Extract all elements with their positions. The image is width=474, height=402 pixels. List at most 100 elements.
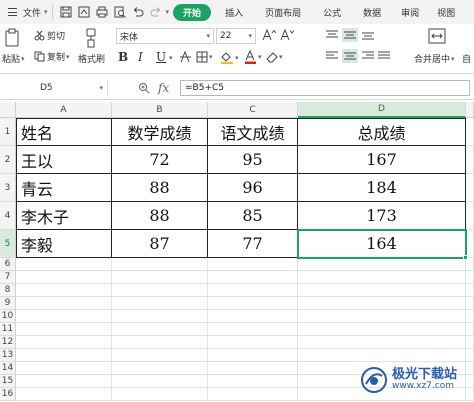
cell-b14[interactable] [112,362,208,375]
row-header-9[interactable]: 9 [0,297,16,310]
cell-e8[interactable] [466,284,474,297]
cell-d6[interactable] [298,258,466,271]
tab-review[interactable]: 审阅 [389,6,427,19]
cell-c4[interactable]: 85 [208,202,298,230]
cell-b9[interactable] [112,297,208,310]
copy-button[interactable]: 复制 ▾ [34,50,70,63]
cell-b8[interactable] [112,284,208,297]
cell-b15[interactable] [112,375,208,388]
undo-icon[interactable] [130,4,146,20]
cell-a11[interactable] [16,323,112,336]
cell-a4[interactable]: 李木子 [16,202,112,230]
row-header-1[interactable]: 1 [0,118,16,146]
cell-b16[interactable] [112,388,208,401]
cell-b5[interactable]: 87 [112,230,208,258]
print-icon[interactable] [94,4,110,20]
cell-a1[interactable]: 姓名 [16,118,112,146]
file-menu[interactable]: 文件 ▾ [0,0,48,24]
align-center-button[interactable] [342,49,358,63]
align-middle-button[interactable] [342,28,358,42]
cell-e10[interactable] [466,310,474,323]
tab-view[interactable]: 视图 [427,6,463,19]
cell-a5[interactable]: 李毅 [16,230,112,258]
underline-icon[interactable]: U [156,50,166,64]
row-header-15[interactable]: 15 [0,375,16,388]
tab-home[interactable]: 开始 [173,3,212,21]
distribute-button[interactable] [378,51,390,61]
cell-d4[interactable]: 173 [298,202,466,230]
column-header-d[interactable]: D [298,102,466,118]
cell-b2[interactable]: 72 [112,146,208,174]
fill-handle[interactable] [463,255,468,260]
select-all-corner[interactable] [0,102,16,118]
align-bottom-button[interactable] [362,30,374,40]
increase-font-button[interactable] [262,29,276,41]
cell-c10[interactable] [208,310,298,323]
export-pdf-icon[interactable] [76,4,92,20]
row-header-16[interactable]: 16 [0,388,16,401]
cell-c15[interactable] [208,375,298,388]
paste-button[interactable] [4,28,20,48]
cell-a8[interactable] [16,284,112,297]
cell-b1[interactable]: 数学成绩 [112,118,208,146]
cell-d8[interactable] [298,284,466,297]
cell-d7[interactable] [298,271,466,284]
cell-a16[interactable] [16,388,112,401]
cell-c8[interactable] [208,284,298,297]
redo-icon[interactable] [148,4,164,20]
zoom-icon[interactable] [138,82,150,94]
cell-d10[interactable] [298,310,466,323]
row-header-7[interactable]: 7 [0,271,16,284]
cell-e4[interactable] [466,202,474,230]
row-header-6[interactable]: 6 [0,258,16,271]
cell-a2[interactable]: 王以 [16,146,112,174]
align-left-button[interactable] [326,51,338,61]
cell-c2[interactable]: 95 [208,146,298,174]
cell-e1[interactable] [466,118,474,146]
tab-formulas[interactable]: 公式 [309,6,349,19]
cell-b11[interactable] [112,323,208,336]
tab-data[interactable]: 数据 [349,6,389,19]
column-header-c[interactable]: C [208,102,298,118]
wrap-text-button[interactable]: 自 [462,52,471,65]
cell-d12[interactable] [298,336,466,349]
cell-c5[interactable]: 77 [208,230,298,258]
cut-button[interactable]: 剪切 [34,29,65,42]
merge-center-label-group[interactable]: 合并居中 ▾ [414,52,455,66]
column-header-b[interactable]: B [112,102,208,118]
cell-d2[interactable]: 167 [298,146,466,174]
format-painter-button[interactable] [84,28,98,48]
cell-d9[interactable] [298,297,466,310]
cell-a9[interactable] [16,297,112,310]
cell-b7[interactable] [112,271,208,284]
underline-dropdown[interactable]: ▾ [168,54,173,62]
row-header-2[interactable]: 2 [0,146,16,174]
cell-d5[interactable]: 164 [298,230,466,258]
cell-e2[interactable] [466,146,474,174]
cell-c11[interactable] [208,323,298,336]
merge-center-button[interactable] [428,28,446,44]
row-header-3[interactable]: 3 [0,174,16,202]
row-header-12[interactable]: 12 [0,336,16,349]
cell-d11[interactable] [298,323,466,336]
font-color-button[interactable]: ▾ [244,50,262,64]
cell-c7[interactable] [208,271,298,284]
italic-icon[interactable]: I [138,50,143,64]
cell-a3[interactable]: 青云 [16,174,112,202]
cell-c14[interactable] [208,362,298,375]
cell-a10[interactable] [16,310,112,323]
cell-a6[interactable] [16,258,112,271]
cell-e9[interactable] [466,297,474,310]
cell-b12[interactable] [112,336,208,349]
cell-c1[interactable]: 语文成绩 [208,118,298,146]
fill-color-button[interactable]: ▾ [220,51,239,64]
cell-a15[interactable] [16,375,112,388]
formula-input[interactable] [180,80,470,96]
align-top-button[interactable] [326,30,338,40]
font-size-select[interactable]: 22 ▾ [216,28,256,44]
cell-d3[interactable]: 184 [298,174,466,202]
decrease-font-button[interactable] [280,29,294,41]
cell-b3[interactable]: 88 [112,174,208,202]
row-header-8[interactable]: 8 [0,284,16,297]
cell-a7[interactable] [16,271,112,284]
